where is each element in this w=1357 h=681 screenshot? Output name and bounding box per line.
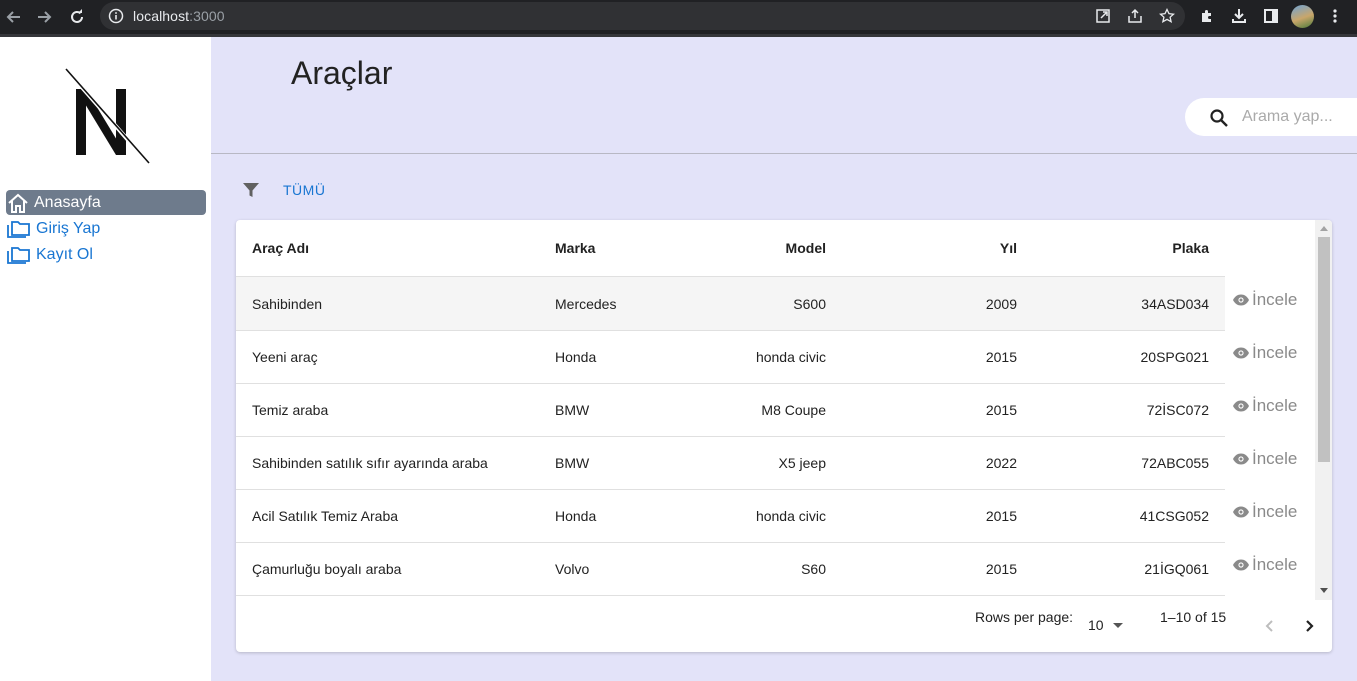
search-input[interactable]	[1240, 107, 1357, 127]
scroll-up-arrow[interactable]	[1320, 226, 1328, 231]
header-divider	[211, 153, 1357, 154]
cell-year: 2015	[985, 348, 1017, 365]
cell-name: Acil Satılık Temiz Araba	[252, 507, 399, 524]
side-panel-icon[interactable]	[1263, 8, 1279, 24]
sidebar-item-kayit-ol[interactable]: Kayıt Ol	[6, 242, 93, 267]
scroll-down-arrow[interactable]	[1320, 588, 1328, 593]
eye-icon	[1233, 506, 1249, 517]
cell-name: Yeeni araç	[252, 348, 318, 365]
inspect-label: İncele	[1252, 289, 1298, 309]
rows-per-page-select[interactable]: 10	[1088, 617, 1123, 633]
chevron-down-icon	[1112, 622, 1123, 628]
main-content: Araçlar TÜMÜ Araç Adı Marka Model Yıl Pl…	[211, 37, 1357, 681]
site-info-icon[interactable]	[108, 8, 124, 24]
column-header-year[interactable]: Yıl	[886, 220, 1017, 276]
cell-model: honda civic	[755, 507, 826, 524]
cell-name: Çamurluğu boyalı araba	[252, 560, 402, 577]
cell-plate: 72İSC072	[1146, 401, 1209, 418]
brand-logo	[64, 67, 150, 165]
share-icon[interactable]	[1127, 8, 1143, 24]
extensions-icon[interactable]	[1199, 8, 1215, 24]
inspect-button[interactable]: İncele	[1232, 485, 1297, 538]
avatar[interactable]	[1291, 5, 1314, 28]
table-row[interactable]: Yeeni araç Honda honda civic 2015 20SPG021	[236, 330, 1225, 384]
cell-model: X5 jeep	[778, 454, 826, 471]
folder-icon	[7, 220, 30, 238]
inspect-label: İncele	[1252, 395, 1298, 415]
inspect-label: İncele	[1252, 554, 1298, 574]
open-in-app-icon[interactable]	[1095, 8, 1111, 24]
cell-name: Sahibinden	[252, 295, 323, 312]
cell-model: M8 Coupe	[761, 401, 826, 418]
forward-icon[interactable]	[33, 6, 55, 28]
column-header-model[interactable]: Model	[666, 220, 826, 276]
sidebar-item-anasayfa[interactable]: Anasayfa	[6, 190, 206, 215]
filter-icon[interactable]	[241, 180, 261, 200]
vehicles-table: Araç Adı Marka Model Yıl Plaka Sahibinde…	[236, 220, 1332, 652]
next-page-icon[interactable]	[1299, 616, 1319, 636]
cell-plate: 72ABC055	[1141, 454, 1209, 471]
search-icon	[1210, 109, 1228, 127]
cell-model: S60	[801, 560, 826, 577]
more-menu-icon[interactable]	[1327, 8, 1343, 24]
cell-year: 2009	[985, 295, 1017, 312]
home-icon	[8, 193, 28, 213]
table-row[interactable]: Acil Satılık Temiz Araba Honda honda civic…	[236, 489, 1225, 543]
cell-name: Temiz araba	[252, 401, 329, 418]
download-icon[interactable]	[1231, 8, 1247, 24]
inspect-button[interactable]: İncele	[1232, 273, 1297, 326]
back-icon[interactable]	[3, 6, 25, 28]
table-header: Araç Adı Marka Model Yıl Plaka	[236, 220, 1225, 277]
filter-all-button[interactable]: TÜMÜ	[283, 182, 325, 198]
browser-toolbar: localhost:3000	[0, 0, 1357, 34]
column-header-plate[interactable]: Plaka	[1066, 220, 1209, 276]
rows-per-page-value: 10	[1088, 617, 1104, 633]
eye-icon	[1233, 559, 1249, 570]
sidebar-item-label: Kayıt Ol	[36, 245, 93, 263]
reload-icon[interactable]	[66, 6, 88, 28]
page-title: Araçlar	[291, 55, 393, 91]
address-bar[interactable]	[100, 2, 1185, 30]
sidebar-item-label: Giriş Yap	[36, 219, 101, 237]
sidebar-item-giris-yap[interactable]: Giriş Yap	[6, 216, 100, 241]
cell-plate: 34ASD034	[1141, 295, 1209, 312]
table-row[interactable]: Sahibinden satılık sıfır ayarında araba B…	[236, 436, 1225, 490]
url-text: localhost:3000	[133, 8, 225, 24]
table-row[interactable]: Çamurluğu boyalı araba Volvo S60 2015 21İGQ0…	[236, 542, 1225, 596]
pagination-range: 1–10 of 15	[1160, 609, 1227, 625]
inspect-label: İncele	[1252, 501, 1298, 521]
inspect-button[interactable]: İncele	[1232, 538, 1297, 591]
inspect-label: İncele	[1252, 448, 1298, 468]
eye-icon	[1233, 347, 1249, 358]
rows-per-page-label: Rows per page:	[975, 609, 1074, 625]
column-header-name[interactable]: Araç Adı	[252, 220, 542, 276]
eye-icon	[1233, 400, 1249, 411]
cell-plate: 21İGQ061	[1144, 560, 1209, 577]
cell-plate: 41CSG052	[1139, 507, 1209, 524]
table-row[interactable]: Temiz araba BMW M8 Coupe 2015 72İSC072	[236, 383, 1225, 437]
inspect-button[interactable]: İncele	[1232, 326, 1297, 379]
cell-model: honda civic	[755, 348, 826, 365]
cell-name: Sahibinden satılık sıfır ayarında araba	[252, 454, 488, 471]
cell-model: S600	[793, 295, 826, 312]
cell-year: 2015	[985, 560, 1017, 577]
table-row[interactable]: Sahibinden Mercedes S600 2009 34ASD034	[236, 277, 1225, 331]
inspect-button[interactable]: İncele	[1232, 432, 1297, 485]
previous-page-icon[interactable]	[1260, 616, 1280, 636]
eye-icon	[1233, 453, 1249, 464]
folder-icon	[7, 246, 30, 264]
inspect-button[interactable]: İncele	[1232, 379, 1297, 432]
cell-year: 2022	[985, 454, 1017, 471]
inspect-label: İncele	[1252, 342, 1298, 362]
bookmark-star-icon[interactable]	[1159, 8, 1175, 24]
search-box[interactable]	[1185, 98, 1357, 136]
cell-plate: 20SPG021	[1140, 348, 1210, 365]
scrollbar-thumb[interactable]	[1318, 237, 1330, 462]
cell-year: 2015	[985, 401, 1017, 418]
eye-icon	[1233, 294, 1249, 305]
sidebar: Anasayfa Giriş Yap Kayıt Ol	[0, 37, 211, 681]
sidebar-item-label: Anasayfa	[34, 193, 101, 211]
cell-year: 2015	[985, 507, 1017, 524]
pagination: Rows per page: 10 1–10 of 15	[236, 600, 1332, 652]
